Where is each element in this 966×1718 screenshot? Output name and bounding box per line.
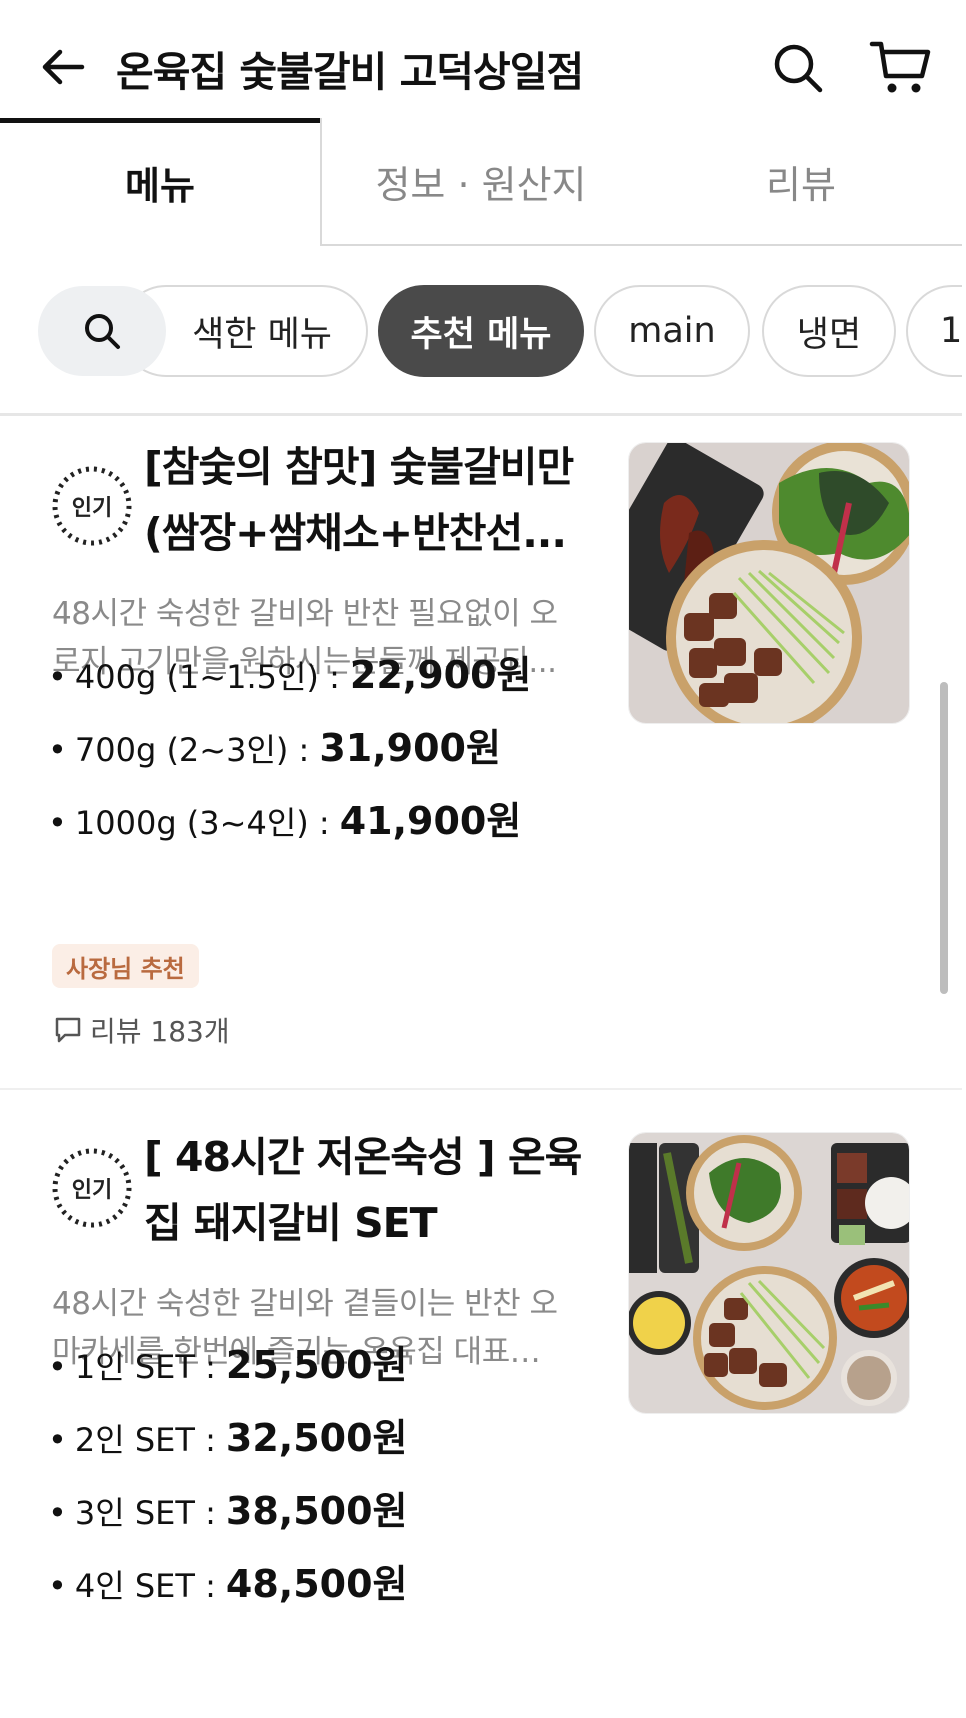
price-option: • 4인 SET :48,500원 xyxy=(48,1562,408,1606)
price-option: • 400g (1~1.5인) :22,900원 xyxy=(48,653,532,697)
search-button[interactable] xyxy=(770,40,826,96)
chip-recommended-menu[interactable]: 추천 메뉴 xyxy=(378,285,584,377)
cart-button[interactable] xyxy=(868,38,934,98)
tab-bar: 메뉴 정보 · 원산지 리뷰 xyxy=(0,118,962,246)
menu-item-photo[interactable] xyxy=(628,442,910,724)
back-arrow-icon xyxy=(42,49,85,85)
price-option: • 3인 SET :38,500원 xyxy=(48,1489,408,1533)
price-option: • 1인 SET :25,500원 xyxy=(48,1343,408,1387)
menu-item-photo[interactable] xyxy=(628,1132,910,1414)
page-title: 온육집 숯불갈비 고덕상일점 xyxy=(116,48,584,96)
owner-recommend-badge: 사장님 추천 xyxy=(52,944,199,988)
chip-main[interactable]: main xyxy=(594,285,750,377)
back-button[interactable] xyxy=(38,42,88,92)
menu-item-name: [ 48시간 저온숙성 ] 온육 집 돼지갈비 SET xyxy=(144,1133,582,1247)
top-app-bar: 온육집 숯불갈비 고덕상일점 xyxy=(0,0,966,122)
search-icon xyxy=(774,44,823,93)
tab-info-origin[interactable]: 정보 · 원산지 xyxy=(320,118,640,246)
svg-text:인기: 인기 xyxy=(72,1178,112,1203)
cart-icon xyxy=(869,41,931,93)
menu-item-name: [참숯의 참맛] 숯불갈비만 (쌈장+쌈채소+반찬선... xyxy=(144,443,574,557)
menu-item[interactable]: 인기 [참숯의 참맛] 숯불갈비만 (쌈장+쌈채소+반찬선... 48시간 숙성… xyxy=(0,430,962,1090)
chip-bar-divider xyxy=(0,413,962,416)
food-photo-image xyxy=(629,1133,909,1413)
scrollbar[interactable] xyxy=(940,682,948,994)
svg-text:인기: 인기 xyxy=(72,496,112,521)
category-chip-bar: 색한 메뉴 추천 메뉴 main 냉면 1 xyxy=(0,282,962,378)
price-option: • 2인 SET :32,500원 xyxy=(48,1416,408,1460)
item-divider xyxy=(0,1088,962,1090)
chip-naengmyeon[interactable]: 냉면 xyxy=(762,285,896,377)
search-icon xyxy=(85,314,120,349)
tab-reviews[interactable]: 리뷰 xyxy=(640,118,962,246)
chip-next[interactable]: 1 xyxy=(906,285,962,377)
price-option: • 700g (2~3인) :31,900원 xyxy=(48,726,501,770)
menu-item[interactable]: 인기 [ 48시간 저온숙성 ] 온육 집 돼지갈비 SET 48시간 숙성한 … xyxy=(0,1098,962,1718)
menu-search-button[interactable] xyxy=(38,286,166,376)
tab-menu[interactable]: 메뉴 xyxy=(0,118,320,246)
popular-badge-icon: 인기 xyxy=(52,1148,132,1228)
review-bubble-icon xyxy=(55,1017,81,1043)
popular-badge-icon: 인기 xyxy=(52,466,132,546)
review-count: 리뷰 183개 xyxy=(54,1010,230,1050)
food-photo-image xyxy=(629,443,909,723)
price-option: • 1000g (3~4인) :41,900원 xyxy=(48,799,522,843)
